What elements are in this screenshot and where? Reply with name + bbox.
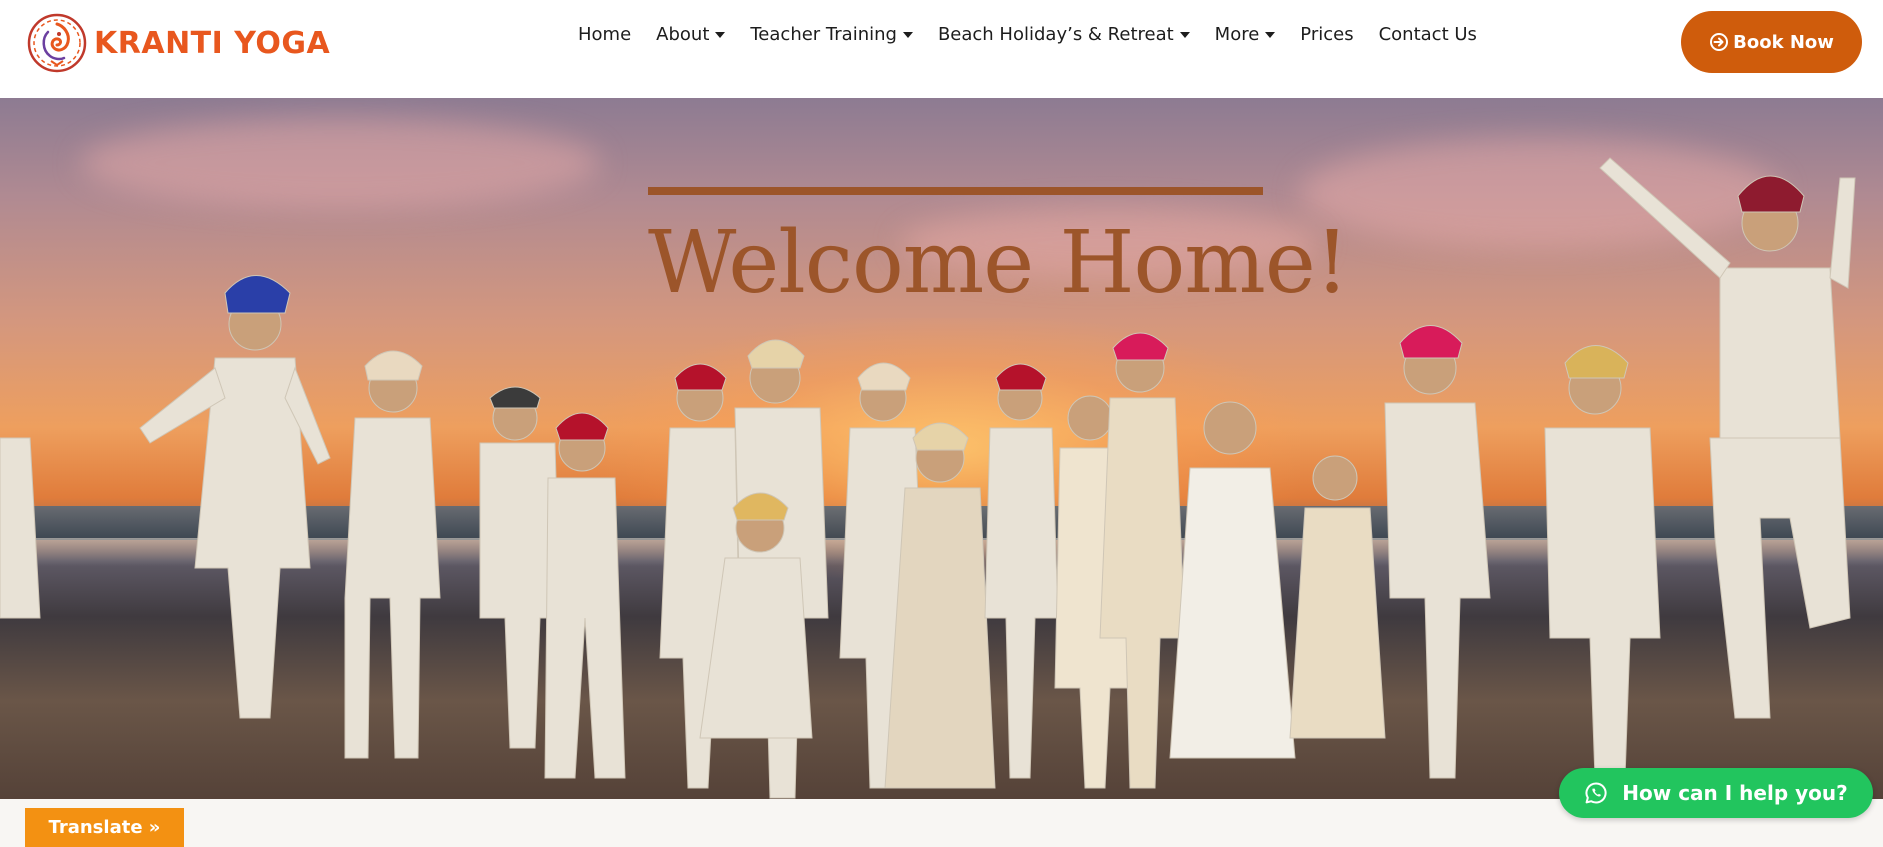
whatsapp-label: How can I help you? — [1622, 781, 1848, 805]
nav-item-contact-us[interactable]: Contact Us — [1379, 24, 1477, 45]
nav-item-label: Prices — [1300, 24, 1354, 45]
arrow-circle-right-icon — [1710, 33, 1729, 51]
nav-item-label: More — [1214, 24, 1260, 45]
nav-item-label: About — [656, 24, 710, 45]
nav-item-about[interactable]: About — [656, 24, 726, 45]
book-now-label: Book Now — [1733, 31, 1834, 53]
nav-item-label: Teacher Training — [750, 24, 897, 45]
translate-label: Translate » — [48, 817, 161, 838]
logo-text: KRANTI YOGA — [94, 25, 331, 61]
nav-item-label: Contact Us — [1378, 24, 1477, 45]
site-logo[interactable]: KRANTI YOGA — [26, 12, 330, 74]
nav-item-beach-holidays[interactable]: Beach Holiday’s & Retreat — [938, 24, 1190, 45]
site-header: KRANTI YOGA Home About Teacher Training … — [0, 0, 1883, 98]
caret-down-icon — [902, 31, 913, 38]
translate-button[interactable]: Translate » — [25, 808, 184, 847]
hero-banner: Welcome Home! — [0, 98, 1883, 799]
whatsapp-help-button[interactable]: How can I help you? — [1559, 768, 1873, 818]
nav-item-label: Beach Holiday’s & Retreat — [937, 24, 1174, 45]
nav-item-teacher-training[interactable]: Teacher Training — [750, 24, 913, 45]
ganesha-logo-icon — [27, 13, 87, 73]
caret-down-icon — [715, 31, 726, 38]
nav-item-prices[interactable]: Prices — [1300, 24, 1353, 45]
nav-item-label: Home — [578, 24, 632, 45]
caret-down-icon — [1179, 31, 1190, 38]
nav-item-more[interactable]: More — [1215, 24, 1276, 45]
book-now-button[interactable]: Book Now — [1681, 11, 1862, 73]
main-nav: Home About Teacher Training Beach Holida… — [578, 24, 1477, 45]
caret-down-icon — [1265, 31, 1276, 38]
hero-title: Welcome Home! — [648, 213, 1349, 313]
hero-divider — [648, 187, 1263, 195]
hero-group-photo — [0, 157, 1856, 799]
whatsapp-icon — [1585, 782, 1607, 804]
nav-item-home[interactable]: Home — [578, 24, 631, 45]
